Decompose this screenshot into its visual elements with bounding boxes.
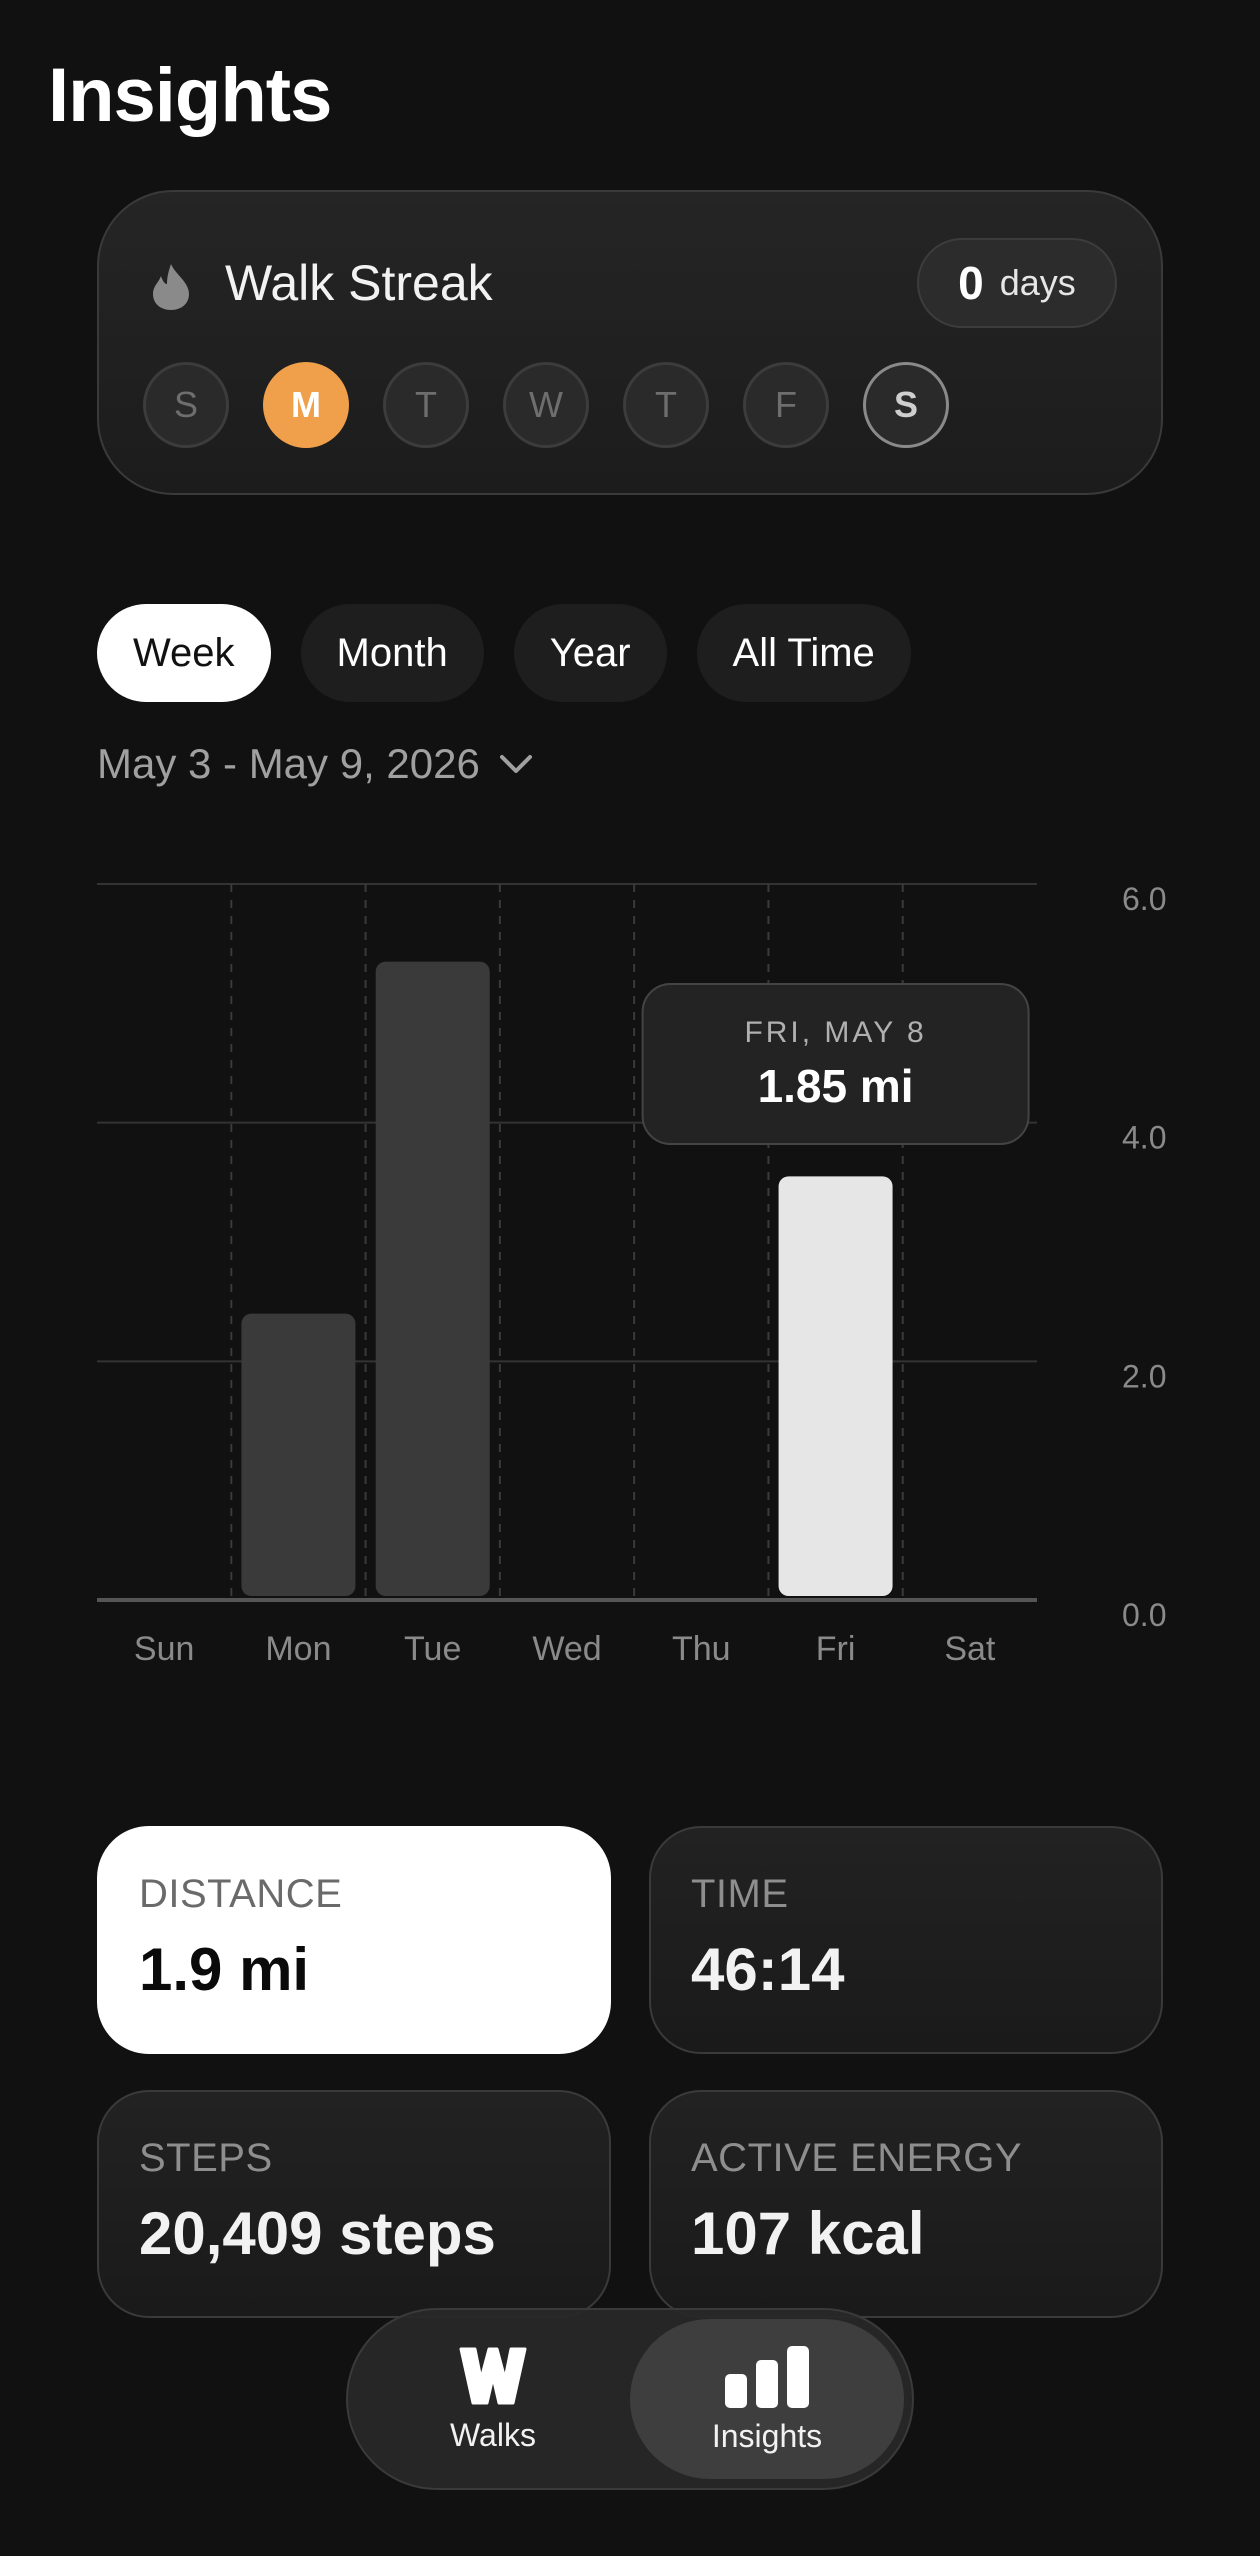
tab-walks[interactable]: Walks: [356, 2319, 630, 2479]
y-tick-label: 6.0: [1122, 881, 1166, 917]
stat-label: DISTANCE: [139, 1872, 343, 1916]
x-tick-label: Thu: [672, 1630, 731, 1668]
page-title: Insights: [48, 53, 332, 138]
walk-streak-card[interactable]: Walk Streak 0 days S M T W T F S: [97, 190, 1163, 495]
streak-day-mon: M: [263, 362, 349, 448]
streak-count-unit: days: [999, 262, 1076, 303]
streak-day-sun: S: [143, 362, 229, 448]
x-tick-label: Fri: [816, 1630, 856, 1668]
streak-title: Walk Streak: [225, 255, 493, 311]
tooltip-date: FRI, MAY 8: [744, 1016, 926, 1049]
period-week[interactable]: Week: [97, 604, 271, 702]
bar-mon: [241, 1313, 356, 1596]
streak-day-fri: F: [743, 362, 829, 448]
flame-icon: [153, 264, 189, 310]
x-tick-label: Sat: [944, 1630, 996, 1668]
y-tick-label: 4.0: [1122, 1120, 1166, 1156]
period-year[interactable]: Year: [513, 604, 667, 702]
streak-day-tue: T: [383, 362, 469, 448]
chevron-down-icon: [499, 755, 532, 773]
stat-label: STEPS: [139, 2136, 273, 2180]
period-segmented-control: Week Month Year All Time: [97, 604, 911, 702]
period-all-time[interactable]: All Time: [696, 604, 911, 702]
streak-count-badge: 0 days: [917, 238, 1117, 328]
tab-insights-label: Insights: [711, 2417, 823, 2454]
streak-day-thu: T: [623, 362, 709, 448]
tab-insights[interactable]: Insights: [630, 2319, 904, 2479]
tab-bar: Walks Insights: [346, 2308, 914, 2490]
x-tick-label: Sun: [134, 1630, 195, 1668]
bar-fri: [778, 1176, 893, 1596]
streak-day-sat: S: [863, 362, 949, 448]
y-tick-label: 2.0: [1122, 1358, 1166, 1394]
y-tick-label: 0.0: [1122, 1597, 1166, 1633]
stat-value: 107 kcal: [691, 2200, 925, 2267]
stat-card-steps[interactable]: STEPS 20,409 steps: [97, 2090, 611, 2318]
stat-value: 20,409 steps: [139, 2200, 496, 2267]
distance-bar-chart[interactable]: 6.0 4.0 2.0 0.0 Sun Mon Tue Wed Thu Fri Sat FRI, MA…: [0, 860, 1260, 1680]
stat-card-time[interactable]: TIME 46:14: [649, 1826, 1163, 2054]
date-range-label: May 3 - May 9, 2026: [97, 740, 480, 787]
stat-value: 46:14: [691, 1936, 845, 2003]
streak-week-days: S M T W T F S: [143, 362, 949, 448]
date-range-picker[interactable]: May 3 - May 9, 2026: [97, 740, 534, 788]
tab-walks-label: Walks: [450, 2416, 536, 2453]
stat-value: 1.9 mi: [139, 1936, 310, 2003]
bar-chart-icon: [725, 2345, 809, 2408]
stat-card-distance[interactable]: DISTANCE 1.9 mi: [97, 1826, 611, 2054]
tooltip-value: 1.85 mi: [758, 1060, 914, 1112]
x-tick-label: Mon: [265, 1630, 331, 1668]
period-month[interactable]: Month: [300, 604, 484, 702]
stat-card-active-energy[interactable]: ACTIVE ENERGY 107 kcal: [649, 2090, 1163, 2318]
stat-label: ACTIVE ENERGY: [691, 2136, 1023, 2180]
bar-tue: [375, 961, 490, 1596]
stat-label: TIME: [691, 1872, 789, 1916]
streak-count: 0: [958, 257, 984, 309]
streak-day-wed: W: [503, 362, 589, 448]
x-tick-label: Tue: [404, 1630, 461, 1668]
x-tick-label: Wed: [532, 1630, 601, 1668]
walks-logo-icon: [459, 2347, 527, 2404]
